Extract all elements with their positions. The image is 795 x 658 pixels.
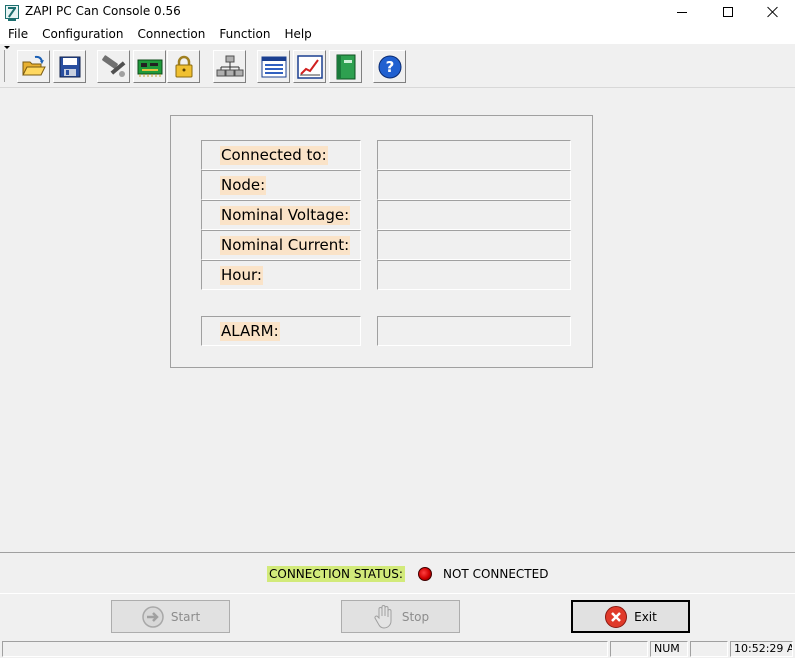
hour-value (377, 260, 571, 290)
chart-button[interactable] (293, 50, 326, 83)
status-bar-scroll (690, 641, 728, 657)
menu-bar: File Configuration Connection Function H… (0, 24, 795, 44)
close-icon (767, 6, 779, 18)
circuit-board-icon (137, 59, 162, 77)
window-list-icon (261, 56, 286, 77)
exit-button[interactable]: Exit (571, 600, 690, 633)
status-bar-num: NUM (650, 641, 688, 657)
help-icon: ? (378, 55, 401, 78)
save-button[interactable] (53, 50, 86, 83)
nominal-current-label: Nominal Current: (220, 235, 351, 255)
status-led-icon (418, 567, 432, 581)
list-button[interactable] (257, 50, 290, 83)
alarm-label-cell: ALARM: (201, 316, 361, 346)
open-button[interactable] (17, 50, 50, 83)
menu-connection[interactable]: Connection (130, 24, 212, 44)
title-bar: ZAPI PC Can Console 0.56 (0, 0, 795, 24)
start-button[interactable]: Start (111, 600, 230, 633)
toolbar-options-icon[interactable] (4, 46, 10, 49)
connection-status-value: NOT CONNECTED (443, 567, 549, 581)
help-button[interactable]: ? (373, 50, 406, 83)
connection-status-label: CONNECTION STATUS: (267, 566, 405, 582)
app-window: ZAPI PC Can Console 0.56 File Configurat… (0, 0, 795, 658)
start-arrow-icon (142, 605, 164, 628)
tools-icon (101, 54, 125, 77)
status-bar-caps (610, 641, 648, 657)
book-button[interactable] (329, 50, 362, 83)
menu-function[interactable]: Function (212, 24, 277, 44)
toolbar: ? (0, 44, 795, 88)
network-button[interactable] (213, 50, 246, 83)
line-chart-icon (296, 54, 323, 79)
connected-to-label-cell: Connected to: (201, 140, 361, 170)
node-label-cell: Node: (201, 170, 361, 200)
hour-label-cell: Hour: (201, 260, 361, 290)
close-button[interactable] (750, 0, 795, 24)
alarm-label: ALARM: (220, 321, 280, 341)
node-label: Node: (220, 175, 267, 195)
tools-button[interactable] (97, 50, 130, 83)
stop-button-label: Stop (401, 609, 430, 624)
connected-to-label: Connected to: (220, 145, 328, 165)
toolbar-grip[interactable] (4, 50, 10, 82)
exit-x-icon (605, 605, 628, 628)
status-bar-time: 10:52:29 AM (730, 641, 793, 657)
save-disk-icon (59, 56, 80, 77)
nominal-voltage-label: Nominal Voltage: (220, 205, 351, 225)
nominal-current-value (377, 230, 571, 260)
menu-file[interactable]: File (0, 24, 35, 44)
minimize-button[interactable] (659, 0, 705, 24)
board-button[interactable] (133, 50, 166, 83)
connected-to-value (377, 140, 571, 170)
zapi-logo-icon (5, 5, 19, 21)
padlock-icon (175, 55, 192, 77)
hour-label: Hour: (220, 265, 263, 285)
exit-button-label: Exit (634, 609, 657, 624)
device-info-panel: Connected to: Node: Nominal Voltage: Nom… (170, 115, 593, 368)
open-folder-icon (21, 55, 46, 75)
node-value (377, 170, 571, 200)
status-bar-message (2, 641, 608, 657)
green-book-icon (336, 54, 355, 79)
menu-help[interactable]: Help (277, 24, 318, 44)
menu-configuration[interactable]: Configuration (35, 24, 130, 44)
nominal-voltage-label-cell: Nominal Voltage: (201, 200, 361, 230)
nominal-voltage-value (377, 200, 571, 230)
stop-hand-icon (374, 604, 392, 629)
stop-button[interactable]: Stop (341, 600, 460, 633)
connection-status-area: CONNECTION STATUS: NOT CONNECTED (0, 552, 795, 594)
maximize-icon (723, 7, 733, 17)
network-icon (216, 55, 243, 76)
nominal-current-label-cell: Nominal Current: (201, 230, 361, 260)
status-bar: NUM 10:52:29 AM (0, 640, 795, 658)
minimize-icon (677, 11, 687, 13)
alarm-value (377, 316, 571, 346)
maximize-button[interactable] (705, 0, 751, 24)
start-button-label: Start (170, 609, 201, 624)
lock-button[interactable] (167, 50, 200, 83)
window-title: ZAPI PC Can Console 0.56 (25, 4, 181, 18)
svg-text:?: ? (385, 58, 394, 76)
